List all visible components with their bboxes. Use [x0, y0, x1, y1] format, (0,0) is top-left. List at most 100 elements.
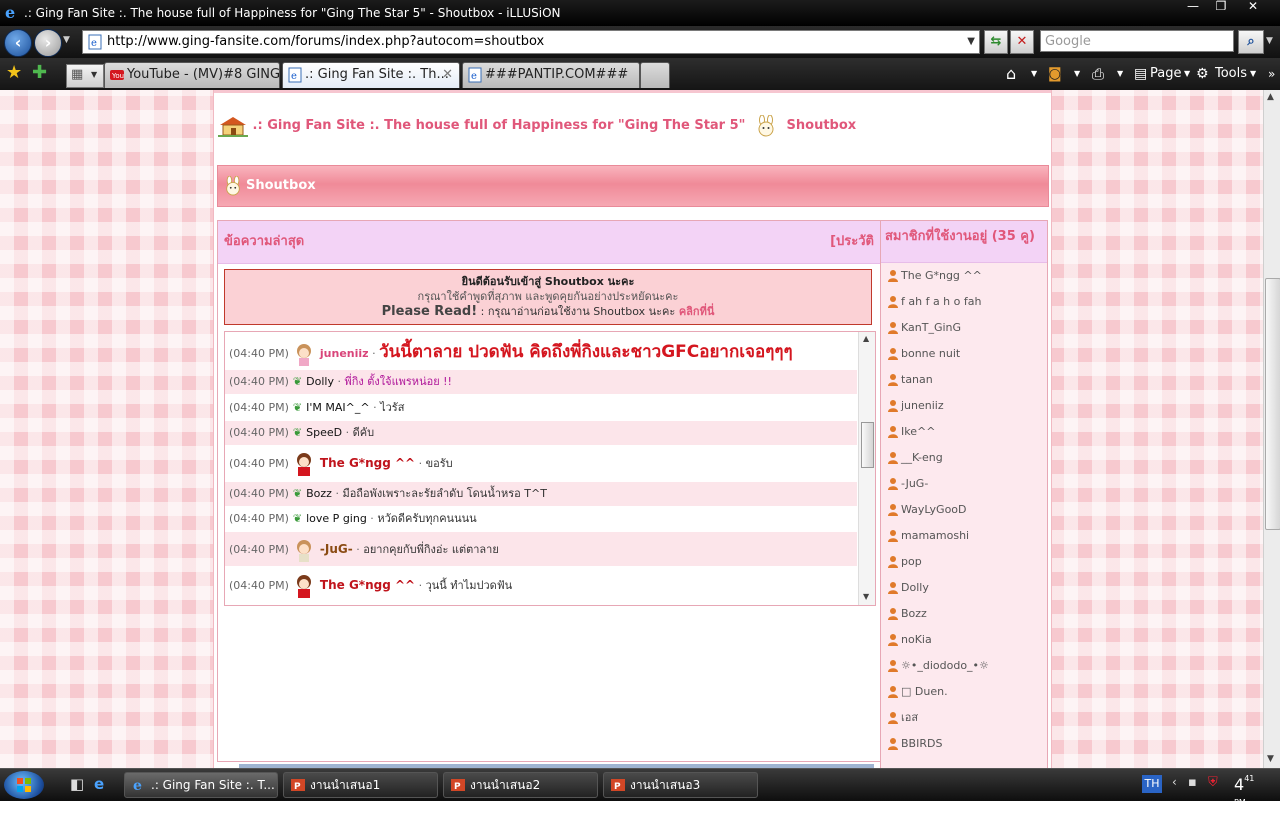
- search-options-icon[interactable]: ▼: [1266, 36, 1273, 46]
- tab-youtube[interactable]: You YouTube - (MV)#8 GING...: [104, 62, 280, 88]
- welcome-rules: กรุณาใช้คำพูดที่สุภาพ และพูดคุยกันอย่างป…: [417, 290, 679, 303]
- member-item[interactable]: WayLyGooD: [887, 501, 967, 519]
- tab-close-icon[interactable]: ✕: [442, 63, 453, 87]
- print-dropdown-icon[interactable]: ▼: [1117, 62, 1123, 86]
- close-button[interactable]: ✕: [1240, 0, 1266, 16]
- breadcrumb-site-link[interactable]: .: Ging Fan Site :. The house full of Ha…: [253, 118, 746, 133]
- member-item[interactable]: The G*ngg ^^: [887, 267, 982, 285]
- member-item[interactable]: f ah f a h o fah: [887, 293, 981, 311]
- message-user[interactable]: Dolly: [306, 375, 334, 388]
- page-scroll-thumb[interactable]: [1265, 278, 1280, 530]
- forward-button[interactable]: ›: [34, 29, 62, 57]
- system-clock[interactable]: 441 PM: [1234, 773, 1254, 821]
- member-item[interactable]: BBIRDS: [887, 735, 942, 753]
- message-user[interactable]: love P ging: [306, 512, 367, 525]
- message-user[interactable]: juneniiz: [320, 347, 369, 360]
- network-icon[interactable]: ▪: [1188, 775, 1197, 790]
- member-item[interactable]: Bozz: [887, 605, 927, 623]
- message-scrollbar[interactable]: ▲ ▼: [858, 332, 875, 605]
- taskbar-item-presentation-1[interactable]: P งานนำเสนอ1: [283, 772, 438, 798]
- member-item[interactable]: □ Duen.: [887, 683, 948, 701]
- tools-menu[interactable]: Tools: [1215, 62, 1247, 86]
- rss-feed-icon[interactable]: ◙: [1048, 62, 1062, 86]
- tab-ging-fan-site[interactable]: e .: Ging Fan Site :. Th... ✕: [282, 62, 460, 88]
- messages-panel: ข้อความล่าสุด [ประวัติ ยินดีต้อนรับเข้าส…: [217, 220, 881, 762]
- message-list[interactable]: (04:40 PM) juneniiz · วันนี้ตาลาย ปวดฟัน…: [224, 331, 876, 606]
- house-icon: [218, 116, 248, 137]
- start-button[interactable]: [4, 771, 44, 799]
- message-separator: ·: [333, 375, 345, 388]
- window-title-bar[interactable]: e .: Ging Fan Site :. The house full of …: [0, 0, 1280, 26]
- please-read-label: Please Read!: [381, 304, 478, 319]
- show-desktop-icon[interactable]: ◧: [70, 775, 84, 793]
- page-menu[interactable]: Page: [1150, 62, 1181, 86]
- history-dropdown-icon[interactable]: ▼: [63, 35, 70, 45]
- scroll-down-icon[interactable]: ▼: [863, 592, 869, 601]
- security-shield-icon[interactable]: ⛨: [1208, 775, 1218, 790]
- taskbar-item-ie[interactable]: e .: Ging Fan Site :. T...: [124, 772, 278, 798]
- member-item[interactable]: Ike^^: [887, 423, 935, 441]
- user-icon: [888, 504, 898, 516]
- scroll-up-icon[interactable]: ▲: [1267, 92, 1274, 102]
- home-dropdown-icon[interactable]: ▼: [1031, 62, 1037, 86]
- tools-dropdown-icon[interactable]: ▼: [1250, 62, 1256, 86]
- quick-tabs-button[interactable]: ▦ ▼: [66, 64, 104, 88]
- member-item[interactable]: ☼•_diododo_•☼: [887, 657, 989, 675]
- member-item[interactable]: pop: [887, 553, 922, 571]
- member-item[interactable]: Dolly: [887, 579, 929, 597]
- back-button[interactable]: ‹: [4, 29, 32, 57]
- member-item[interactable]: mamamoshi: [887, 527, 969, 545]
- refresh-button[interactable]: ⇆: [984, 30, 1008, 54]
- home-icon[interactable]: ⌂: [1006, 62, 1016, 86]
- member-item[interactable]: juneniiz: [887, 397, 944, 415]
- history-link[interactable]: [ประวัติ: [830, 221, 874, 263]
- minimize-button[interactable]: —: [1180, 0, 1206, 16]
- svg-text:P: P: [614, 782, 621, 792]
- message-user[interactable]: SpeeD: [306, 426, 342, 439]
- taskbar-item-presentation-3[interactable]: P งานนำเสนอ3: [603, 772, 758, 798]
- click-here-link[interactable]: คลิกที่นี่: [679, 305, 715, 318]
- member-item[interactable]: tanan: [887, 371, 933, 389]
- language-indicator[interactable]: TH: [1142, 775, 1162, 793]
- member-item[interactable]: KanT_GinG: [887, 319, 961, 337]
- tab-pantip[interactable]: e ###PANTIP.COM###: [462, 62, 640, 88]
- member-item[interactable]: noKia: [887, 631, 932, 649]
- message-user[interactable]: The G*ngg ^^: [320, 578, 415, 592]
- url-dropdown-icon[interactable]: ▼: [967, 31, 975, 53]
- member-item[interactable]: เอส: [887, 709, 918, 727]
- search-button[interactable]: ⌕: [1238, 30, 1264, 54]
- add-favorite-icon[interactable]: ✚: [32, 62, 47, 83]
- member-name: Ike^^: [901, 425, 936, 438]
- tray-expand-icon[interactable]: ‹: [1172, 775, 1177, 789]
- stop-button[interactable]: ✕: [1010, 30, 1034, 54]
- favorites-star-icon[interactable]: ★: [6, 62, 22, 83]
- scroll-down-icon[interactable]: ▼: [1267, 754, 1274, 764]
- member-item[interactable]: __K-eng: [887, 449, 943, 467]
- page-scrollbar[interactable]: ▲ ▼: [1263, 90, 1280, 768]
- message-user[interactable]: -JuG-: [320, 542, 353, 556]
- new-tab-button[interactable]: [640, 62, 670, 88]
- maximize-button[interactable]: ❐: [1208, 0, 1234, 16]
- message-text: อยากคุยกับพี่กิงอ่ะ แต่ตาลาย: [363, 543, 499, 556]
- message-user[interactable]: The G*ngg ^^: [320, 456, 415, 470]
- chevron-right-icon[interactable]: »: [1268, 62, 1275, 86]
- member-item[interactable]: -JuG-: [887, 475, 928, 493]
- quick-launch-ie-icon[interactable]: e: [94, 775, 104, 793]
- breadcrumb-shoutbox-link[interactable]: Shoutbox: [787, 118, 857, 133]
- feeds-dropdown-icon[interactable]: ▼: [1074, 62, 1080, 86]
- message-user[interactable]: I'M MAI^_^: [306, 401, 369, 414]
- member-item[interactable]: bonne nuit: [887, 345, 960, 363]
- page-menu-dropdown-icon[interactable]: ▼: [1184, 62, 1190, 86]
- search-input[interactable]: Google: [1040, 30, 1234, 52]
- member-name: เอส: [901, 711, 919, 724]
- taskbar-item-presentation-2[interactable]: P งานนำเสนอ2: [443, 772, 598, 798]
- message-scroll-thumb[interactable]: [861, 422, 874, 468]
- url-field[interactable]: e http://www.ging-fansite.com/forums/ind…: [82, 30, 980, 54]
- clock-period: PM: [1234, 798, 1246, 807]
- tab-label: .: Ging Fan Site :. Th...: [305, 67, 449, 82]
- print-icon[interactable]: ⎙: [1092, 62, 1104, 86]
- windows-logo-icon: [17, 778, 31, 792]
- user-icon: [888, 400, 898, 412]
- scroll-up-icon[interactable]: ▲: [863, 334, 869, 343]
- message-user[interactable]: Bozz: [306, 487, 332, 500]
